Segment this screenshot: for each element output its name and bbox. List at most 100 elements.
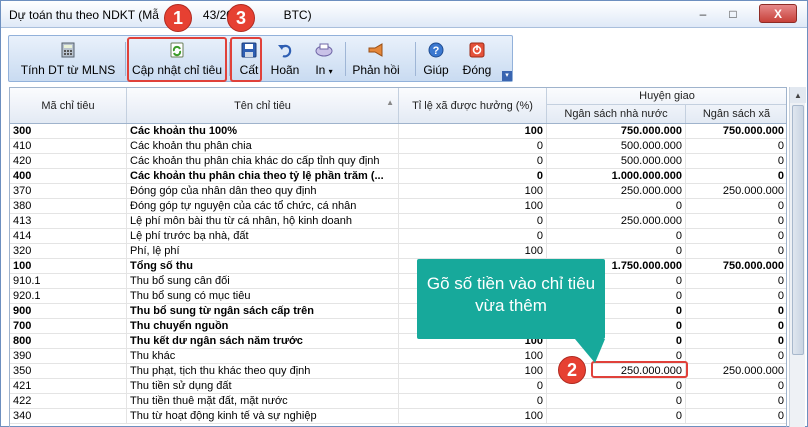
cell-ma[interactable]: 400 [10,169,127,183]
print-dropdown-arrow[interactable]: ▾ [329,67,333,76]
cell-nsx[interactable]: 0 [686,409,786,423]
cell-tile[interactable]: 100 [399,199,547,213]
cell-tile[interactable]: 100 [399,364,547,378]
title-bar[interactable]: Dự toán thu theo NDKT (Mẫ 43/201 BTC) – □ … [1,1,807,28]
cell-ma[interactable]: 700 [10,319,127,333]
cell-nsx[interactable]: 0 [686,304,786,318]
cell-tile[interactable]: 100 [399,244,547,258]
cell-ma[interactable]: 340 [10,409,127,423]
cell-ma[interactable]: 300 [10,124,127,138]
cell-nsx[interactable]: 0 [686,289,786,303]
cell-ten[interactable]: Phí, lệ phí [127,244,399,258]
cell-ma[interactable]: 390 [10,349,127,363]
cell-nsx[interactable]: 0 [686,139,786,153]
cell-ma[interactable]: 410 [10,139,127,153]
cell-nsx[interactable]: 0 [686,394,786,408]
cell-tile[interactable]: 100 [399,409,547,423]
table-row[interactable]: 300 Các khoản thu 100% 100 750.000.000 750.0… [10,124,786,139]
cell-tile[interactable]: 0 [399,229,547,243]
cell-nsx[interactable]: 0 [686,169,786,183]
print-button[interactable]: In ▾ [307,38,341,80]
cell-nsx[interactable]: 250.000.000 [686,364,786,378]
cell-tile[interactable]: 0 [399,154,547,168]
cell-ma[interactable]: 414 [10,229,127,243]
cell-ma[interactable]: 380 [10,199,127,213]
cell-ten[interactable]: Tổng số thu [127,259,399,273]
cell-ten[interactable]: Thu phạt, tịch thu khác theo quy định [127,364,399,378]
cell-ten[interactable]: Thu bổ sung có mục tiêu [127,289,399,303]
table-row[interactable]: 400 Các khoản thu phân chia theo tỷ lệ ph… [10,169,786,184]
cell-ten[interactable]: Thu tiền sử dụng đất [127,379,399,393]
toolbar-options-grip[interactable]: ▾ [502,71,512,81]
cell-nsnn[interactable]: 1.000.000.000 [547,169,686,183]
cell-nsx[interactable]: 750.000.000 [686,259,786,273]
cell-ten[interactable]: Thu từ hoạt động kinh tế và sự nghiệp [127,409,399,423]
cell-ma[interactable]: 370 [10,184,127,198]
table-row[interactable]: 414 Lệ phí trước bạ nhà, đất 0 0 0 [10,229,786,244]
col-header-ma[interactable]: Mã chỉ tiêu [10,88,127,123]
maximize-button[interactable]: □ [720,4,746,23]
cell-ten[interactable]: Các khoản thu phân chia theo tỷ lệ phần … [127,169,399,183]
table-row[interactable]: 420 Các khoản thu phân chia khác do cấp t… [10,154,786,169]
table-row[interactable]: 320 Phí, lệ phí 100 0 0 [10,244,786,259]
cell-ten[interactable]: Thu chuyển nguồn [127,319,399,333]
cell-nsnn[interactable]: 250.000.000 [547,214,686,228]
cell-nsx[interactable]: 0 [686,154,786,168]
cell-nsx[interactable]: 250.000.000 [686,184,786,198]
cell-ma[interactable]: 422 [10,394,127,408]
table-row[interactable]: 100 Tổng số thu 1.750.000.000 750.000.000 [10,259,786,274]
cell-ten[interactable]: Các khoản thu phân chia [127,139,399,153]
table-row[interactable]: 410 Các khoản thu phân chia 0 500.000.000 0 [10,139,786,154]
cell-tile[interactable]: 100 [399,184,547,198]
cell-ma[interactable]: 910.1 [10,274,127,288]
table-row[interactable]: 340 Thu từ hoạt động kinh tế và sự nghiệp… [10,409,786,424]
cell-nsx[interactable]: 750.000.000 [686,124,786,138]
table-row[interactable]: 800 Thu kết dư ngân sách năm trước 100 0 0 [10,334,786,349]
cell-ma[interactable]: 920.1 [10,289,127,303]
cell-nsnn[interactable]: 0 [547,229,686,243]
minimize-button[interactable]: – [690,4,716,23]
table-row[interactable]: 380 Đóng góp tự nguyện của các tổ chức, c… [10,199,786,214]
cell-ten[interactable]: Thu kết dư ngân sách năm trước [127,334,399,348]
cell-ten[interactable]: Các khoản thu 100% [127,124,399,138]
cell-nsnn[interactable]: 250.000.000 [547,184,686,198]
cell-ma[interactable]: 421 [10,379,127,393]
cell-ten[interactable]: Thu khác [127,349,399,363]
cell-nsnn[interactable]: 500.000.000 [547,139,686,153]
scroll-up-arrow[interactable]: ▲ [790,87,806,103]
cell-ma[interactable]: 350 [10,364,127,378]
cell-nsx[interactable]: 0 [686,349,786,363]
cell-ten[interactable]: Thu tiền thuê mặt đất, mặt nước [127,394,399,408]
cell-tile[interactable]: 0 [399,214,547,228]
table-row[interactable]: 910.1 Thu bổ sung cân đối 0 0 [10,274,786,289]
cell-nsx[interactable]: 0 [686,334,786,348]
vertical-scrollbar[interactable]: ▲ [789,87,806,427]
table-row[interactable]: 920.1 Thu bổ sung có mục tiêu 0 0 [10,289,786,304]
table-row[interactable]: 900 Thu bổ sung từ ngân sách cấp trên 0 0 [10,304,786,319]
close-form-button[interactable]: Đóng [457,38,497,80]
cell-tile[interactable]: 0 [399,379,547,393]
table-row[interactable]: 413 Lệ phí môn bài thu từ cá nhân, hộ kin… [10,214,786,229]
cell-ten[interactable]: Lệ phí trước bạ nhà, đất [127,229,399,243]
close-window-button[interactable]: X [759,4,797,23]
cell-nsnn[interactable]: 750.000.000 [547,124,686,138]
table-row[interactable]: 421 Thu tiền sử dụng đất 0 0 0 [10,379,786,394]
cell-nsx[interactable]: 0 [686,214,786,228]
table-row[interactable]: 422 Thu tiền thuê mặt đất, mặt nước 0 0 0 [10,394,786,409]
cell-ma[interactable]: 320 [10,244,127,258]
cell-tile[interactable]: 0 [399,169,547,183]
cell-nsx[interactable]: 0 [686,244,786,258]
col-header-ten[interactable]: Tên chỉ tiêu ▲ [127,88,399,123]
scroll-thumb[interactable] [792,105,804,355]
cell-nsnn[interactable]: 0 [547,244,686,258]
cell-ma[interactable]: 413 [10,214,127,228]
table-row[interactable]: 700 Thu chuyển nguồn 0 0 [10,319,786,334]
feedback-button[interactable]: Phản hồi [349,38,403,80]
table-row[interactable]: 370 Đóng góp của nhân dân theo quy định 10… [10,184,786,199]
cell-tile[interactable]: 0 [399,139,547,153]
calc-from-mlns-button[interactable]: Tính DT từ MLNS [13,38,123,80]
cell-ten[interactable]: Các khoản thu phân chia khác do cấp tỉnh… [127,154,399,168]
col-header-nsnn[interactable]: Ngân sách nhà nước [547,105,686,123]
cell-nsx[interactable]: 0 [686,229,786,243]
cell-ten[interactable]: Thu bổ sung cân đối [127,274,399,288]
